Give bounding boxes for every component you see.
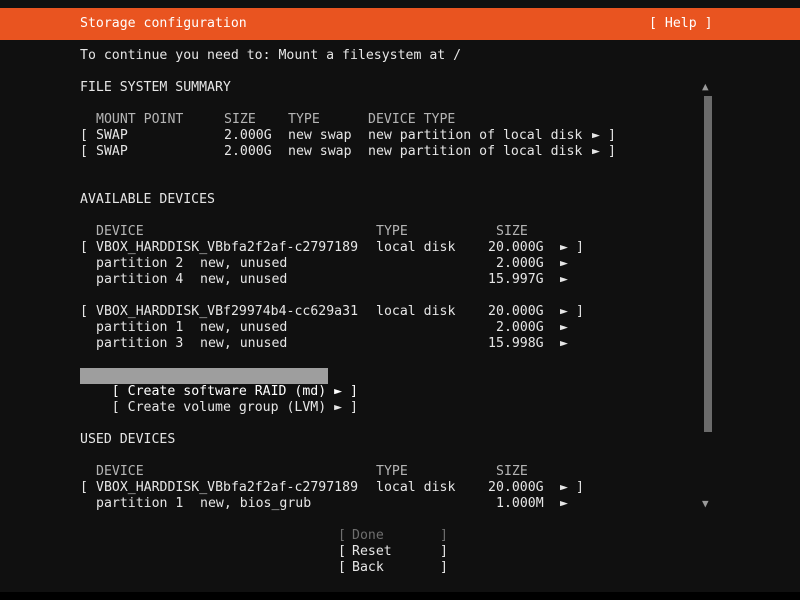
partition-size: 1.000M [496, 496, 544, 511]
fs-summary-heading: FILE SYSTEM SUMMARY [80, 80, 231, 95]
partition-size: 15.998G [488, 336, 544, 351]
row-mount: SWAP [96, 144, 128, 159]
arrow-icon: ► [592, 144, 600, 159]
arrow-icon: ► [560, 304, 568, 319]
arrow-icon: ► [560, 336, 568, 351]
col-size: SIZE [496, 224, 528, 239]
row-size: 2.000G [224, 144, 272, 159]
arrow-icon: ► [592, 128, 600, 143]
reset-label: Reset [352, 544, 392, 559]
row-open-bracket: [ [80, 144, 88, 159]
col-mount-point: MOUNT POINT [96, 112, 184, 127]
col-type: TYPE [376, 224, 408, 239]
row-mount: SWAP [96, 128, 128, 143]
row-close-bracket: ] [608, 128, 616, 143]
row-type: new swap [288, 144, 352, 159]
arrow-icon: ► [560, 320, 568, 335]
scroll-down-icon[interactable]: ▼ [702, 497, 709, 510]
col-size: SIZE [496, 464, 528, 479]
partition-status: new, unused [200, 272, 288, 287]
partition-size: 2.000G [496, 256, 544, 271]
partition-status: new, unused [200, 256, 288, 271]
row-open-bracket: [ [80, 240, 88, 255]
row-close-bracket: ] [608, 144, 616, 159]
page-title: Storage configuration [80, 16, 247, 31]
row-open-bracket: [ [80, 480, 88, 495]
row-open-bracket: [ [80, 128, 88, 143]
partition-status: new, unused [200, 320, 288, 335]
disk-type: local disk [376, 240, 456, 255]
button-open-bracket: [ [338, 560, 346, 575]
installer-screen: Storage configuration [ Help ] To contin… [0, 0, 800, 600]
disk-size: 20.000G [488, 304, 544, 319]
row-close-bracket: ] [576, 304, 584, 319]
create-lvm-button[interactable]: [ Create volume group (LVM) ► ] [80, 384, 358, 415]
disk-name: VBOX_HARDDISK_VBf29974b4-cc629a31 [96, 304, 359, 319]
create-lvm-label: Create volume group (LVM) [127, 400, 327, 415]
button-open-bracket: [ [338, 528, 346, 543]
button-close-bracket: ] [440, 544, 448, 559]
row-open-bracket: [ [111, 400, 120, 415]
disk-type: local disk [376, 480, 456, 495]
button-open-bracket: [ [338, 544, 346, 559]
arrow-icon: ► [560, 496, 568, 511]
disk-name: VBOX_HARDDISK_VBbfa2f2af-c2797189 [96, 240, 359, 255]
button-close-bracket: ] [440, 528, 448, 543]
partition-status: new, bios_grub [200, 496, 312, 511]
partition-size: 2.000G [496, 320, 544, 335]
arrow-icon: ► [560, 256, 568, 271]
done-label: Done [352, 528, 384, 543]
col-device: DEVICE [96, 464, 144, 479]
disk-type: local disk [376, 304, 456, 319]
partition-name: partition 4 [96, 272, 184, 287]
partition-name: partition 1 [96, 320, 184, 335]
col-type: TYPE [376, 464, 408, 479]
back-label: Back [352, 560, 384, 575]
row-close-bracket: ] [576, 240, 584, 255]
partition-status: new, unused [200, 336, 288, 351]
disk-size: 20.000G [488, 240, 544, 255]
col-device-type: DEVICE TYPE [368, 112, 456, 127]
header-bar: Storage configuration [ Help ] [0, 8, 800, 40]
disk-name: VBOX_HARDDISK_VBbfa2f2af-c2797189 [96, 480, 359, 495]
create-raid-button[interactable]: [ Create software RAID (md) ► ] [80, 368, 358, 399]
row-device-type: new partition of local disk [368, 144, 583, 159]
col-type: TYPE [288, 112, 320, 127]
instruction-text: To continue you need to: Mount a filesys… [80, 48, 462, 63]
partition-size: 15.997G [488, 272, 544, 287]
partition-name: partition 3 [96, 336, 184, 351]
row-device-type: new partition of local disk [368, 128, 583, 143]
col-size: SIZE [224, 112, 256, 127]
row-size: 2.000G [224, 128, 272, 143]
row-type: new swap [288, 128, 352, 143]
available-devices-heading: AVAILABLE DEVICES [80, 192, 215, 207]
row-close-bracket: ] [350, 400, 358, 415]
row-close-bracket: ] [576, 480, 584, 495]
help-button[interactable]: [ Help ] [649, 16, 713, 31]
row-open-bracket: [ [80, 304, 88, 319]
used-devices-heading: USED DEVICES [80, 432, 176, 447]
bottom-border [0, 592, 800, 600]
arrow-icon: ► [560, 272, 568, 287]
scroll-up-icon[interactable]: ▲ [702, 80, 709, 93]
scrollbar[interactable] [704, 96, 712, 432]
col-device: DEVICE [96, 224, 144, 239]
arrow-icon: ► [560, 480, 568, 495]
partition-name: partition 1 [96, 496, 184, 511]
arrow-icon: ► [334, 400, 343, 415]
partition-name: partition 2 [96, 256, 184, 271]
button-close-bracket: ] [440, 560, 448, 575]
disk-size: 20.000G [488, 480, 544, 495]
arrow-icon: ► [560, 240, 568, 255]
